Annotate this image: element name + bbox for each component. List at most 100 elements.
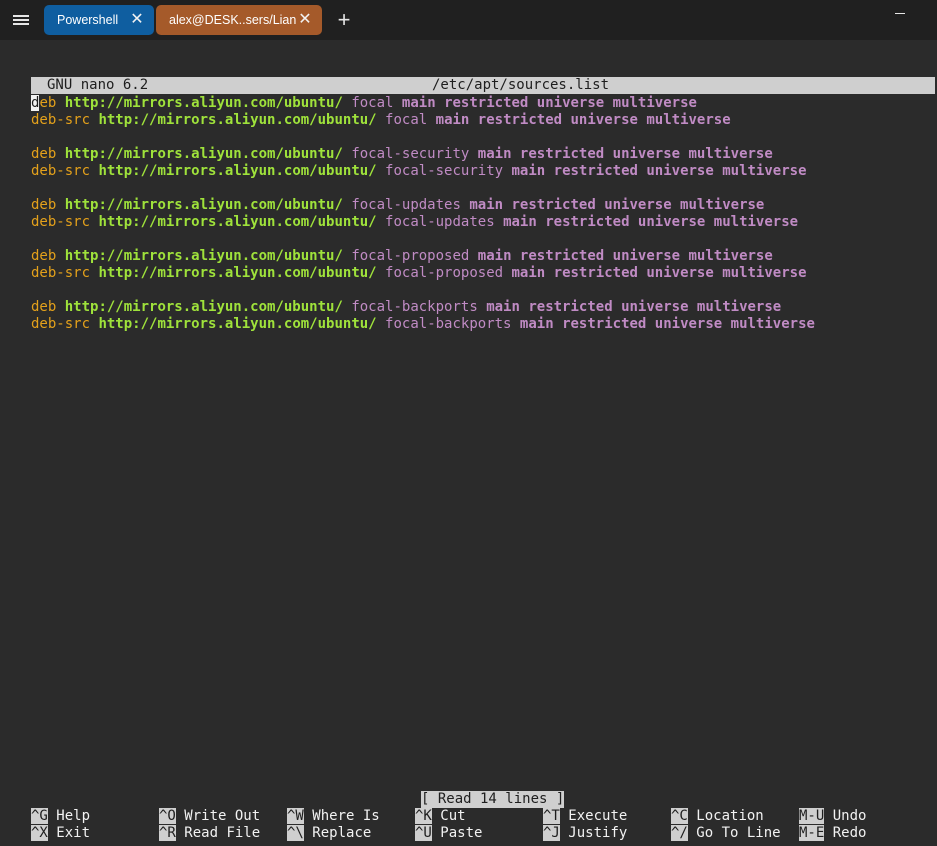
new-tab-plus-icon[interactable]: + — [334, 8, 354, 32]
shortcut-key: ^U — [415, 825, 432, 841]
components: main restricted universe multiverse — [511, 265, 807, 281]
suite-name: focal — [385, 112, 428, 128]
source-line: deb http://mirrors.aliyun.com/ubuntu/ fo… — [31, 95, 697, 112]
shortcut-item: ^T Execute — [543, 808, 627, 825]
shortcut-item: ^O Write Out — [159, 808, 260, 825]
shortcut-key: ^J — [543, 825, 560, 841]
repo-url: http://mirrors.aliyun.com/ubuntu/ — [64, 197, 343, 213]
shortcut-key: ^K — [415, 808, 432, 824]
source-line: deb-src http://mirrors.aliyun.com/ubuntu… — [31, 214, 798, 231]
shortcut-item: ^/ Go To Line — [671, 825, 781, 842]
repo-url: http://mirrors.aliyun.com/ubuntu/ — [98, 316, 377, 332]
shortcut-label: Write Out — [184, 808, 261, 824]
shortcut-key: ^C — [671, 808, 688, 824]
repo-url: http://mirrors.aliyun.com/ubuntu/ — [98, 163, 377, 179]
repo-url: http://mirrors.aliyun.com/ubuntu/ — [64, 299, 343, 315]
shortcut-label: Cut — [440, 808, 466, 824]
shortcut-label: Redo — [832, 825, 867, 841]
shortcut-key: ^\ — [287, 825, 304, 841]
shortcut-item: ^G Help — [31, 808, 90, 825]
tab-label: alex@DESK..sers/Lian — [169, 13, 297, 27]
shortcut-label: Go To Line — [696, 825, 781, 841]
shortcut-key: ^W — [287, 808, 304, 824]
close-tab-icon[interactable]: ✕ — [130, 5, 144, 35]
line-type: deb-src — [31, 214, 91, 230]
shortcut-item: ^R Read File — [159, 825, 260, 842]
source-line: deb http://mirrors.aliyun.com/ubuntu/ fo… — [31, 197, 764, 214]
repo-url: http://mirrors.aliyun.com/ubuntu/ — [64, 95, 343, 111]
close-tab-icon[interactable]: ✕ — [298, 5, 312, 35]
shortcut-key: ^G — [31, 808, 48, 824]
terminal-pane[interactable]: GNU nano 6.2 /etc/apt/sources.list deb h… — [0, 40, 937, 846]
shortcut-item: M-U Undo — [799, 808, 866, 825]
suite-name: focal-proposed — [351, 248, 470, 264]
components: main restricted universe multiverse — [477, 146, 773, 162]
line-type: deb — [31, 197, 57, 213]
shortcut-item: M-E Redo — [799, 825, 866, 842]
components: main restricted universe multiverse — [519, 316, 815, 332]
source-line: deb http://mirrors.aliyun.com/ubuntu/ fo… — [31, 146, 773, 163]
suite-name: focal-security — [351, 146, 470, 162]
tab-powershell[interactable]: Powershell ✕ — [44, 5, 154, 35]
line-type: deb — [31, 299, 57, 315]
shortcut-key: ^T — [543, 808, 560, 824]
shortcut-label: Help — [56, 808, 91, 824]
source-line: deb-src http://mirrors.aliyun.com/ubuntu… — [31, 112, 731, 129]
repo-url: http://mirrors.aliyun.com/ubuntu/ — [98, 112, 377, 128]
suite-name: focal-updates — [385, 214, 495, 230]
nano-title-bar: GNU nano 6.2 /etc/apt/sources.list — [31, 77, 935, 94]
components: main restricted universe multiverse — [503, 214, 799, 230]
shortcut-label: Exit — [56, 825, 91, 841]
status-message: [ Read 14 lines ] — [421, 791, 565, 808]
line-type: deb-src — [31, 265, 91, 281]
shortcut-key: ^O — [159, 808, 176, 824]
suite-name: focal-backports — [351, 299, 478, 315]
shortcut-item: ^J Justify — [543, 825, 627, 842]
line-type: deb — [31, 95, 57, 111]
line-type: deb — [31, 146, 57, 162]
suite-name: focal-proposed — [385, 265, 504, 281]
suite-name: focal-backports — [385, 316, 512, 332]
shortcut-label: Execute — [568, 808, 628, 824]
minimize-icon[interactable] — [895, 13, 905, 14]
shortcut-key: ^/ — [671, 825, 688, 841]
source-line: deb http://mirrors.aliyun.com/ubuntu/ fo… — [31, 299, 781, 316]
shortcut-label: Replace — [312, 825, 372, 841]
shortcut-label: Read File — [184, 825, 261, 841]
shortcut-item: ^X Exit — [31, 825, 90, 842]
title-bar: Powershell ✕ alex@DESK..sers/Lian ✕ + — [0, 0, 937, 40]
components: main restricted universe multiverse — [469, 197, 765, 213]
line-type: deb-src — [31, 112, 91, 128]
tab-ubuntu[interactable]: alex@DESK..sers/Lian ✕ — [156, 5, 322, 35]
shortcut-item: ^U Paste — [415, 825, 482, 842]
suite-name: focal — [351, 95, 394, 111]
line-type: deb-src — [31, 163, 91, 179]
shortcut-item: ^\ Replace — [287, 825, 371, 842]
shortcut-label: Undo — [832, 808, 867, 824]
shortcut-item: ^K Cut — [415, 808, 466, 825]
shortcut-label: Location — [696, 808, 764, 824]
nano-version: GNU nano 6.2 — [47, 77, 149, 93]
hamburger-menu-icon[interactable] — [10, 10, 32, 30]
line-type: deb — [31, 248, 57, 264]
components: main restricted universe multiverse — [401, 95, 697, 111]
source-line: deb-src http://mirrors.aliyun.com/ubuntu… — [31, 265, 807, 282]
repo-url: http://mirrors.aliyun.com/ubuntu/ — [98, 214, 377, 230]
source-line: deb-src http://mirrors.aliyun.com/ubuntu… — [31, 163, 807, 180]
components: main restricted universe multiverse — [477, 248, 773, 264]
shortcut-key: M-U — [799, 808, 825, 824]
shortcut-key: ^R — [159, 825, 176, 841]
line-type: deb-src — [31, 316, 91, 332]
source-line: deb-src http://mirrors.aliyun.com/ubuntu… — [31, 316, 815, 333]
shortcut-item: ^C Location — [671, 808, 764, 825]
components: main restricted universe multiverse — [511, 163, 807, 179]
shortcut-key: ^X — [31, 825, 48, 841]
source-line: deb http://mirrors.aliyun.com/ubuntu/ fo… — [31, 248, 773, 265]
shortcut-label: Paste — [440, 825, 483, 841]
components: main restricted universe multiverse — [486, 299, 782, 315]
suite-name: focal-updates — [351, 197, 461, 213]
file-name: /etc/apt/sources.list — [432, 77, 610, 93]
suite-name: focal-security — [385, 163, 504, 179]
shortcut-key: M-E — [799, 825, 825, 841]
repo-url: http://mirrors.aliyun.com/ubuntu/ — [64, 248, 343, 264]
